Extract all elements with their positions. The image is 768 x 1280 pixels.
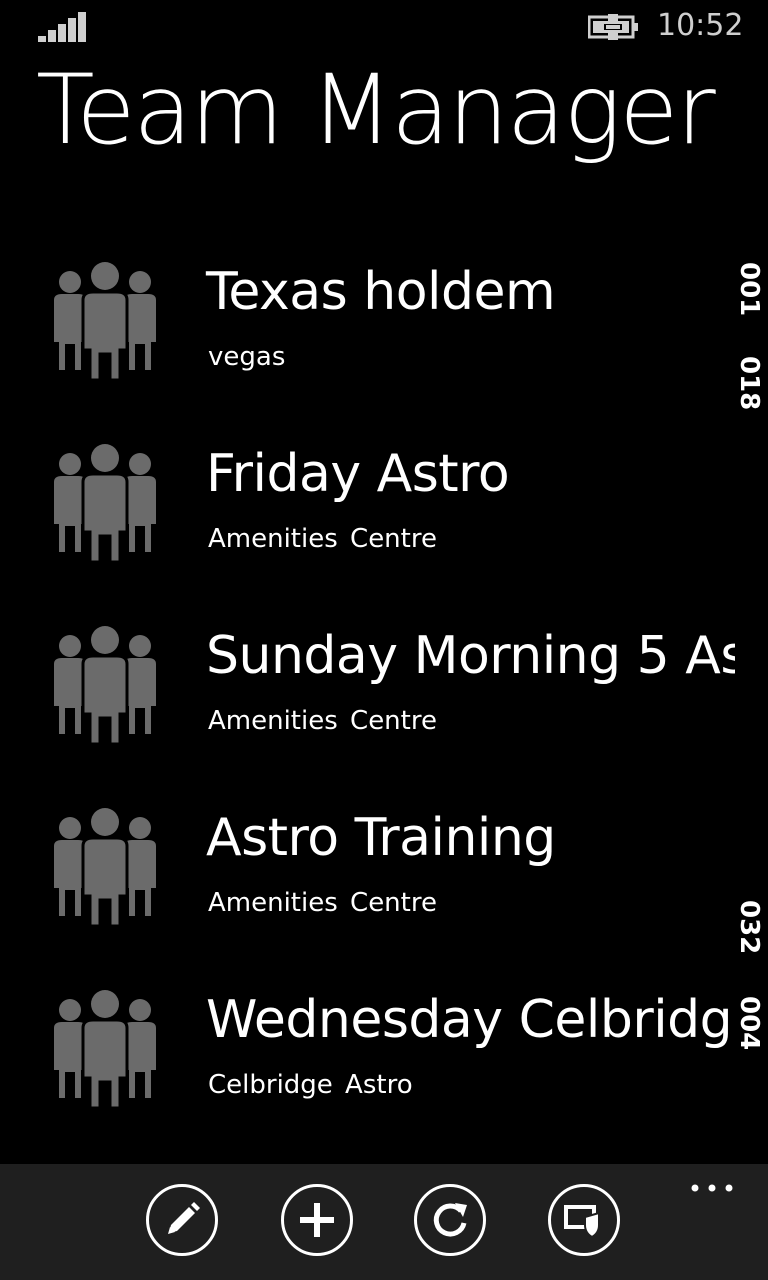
team-venue: vegas — [208, 342, 286, 372]
signal-strength-icon — [38, 12, 86, 42]
add-button[interactable] — [281, 1184, 353, 1256]
team-name: Texas holdem — [206, 262, 556, 322]
team-list-item[interactable]: Texas holdem vegas — [0, 240, 768, 410]
shield-icon — [564, 1205, 600, 1239]
team-name: Friday Astro — [206, 444, 510, 504]
team-venue: Amenities Centre — [208, 524, 437, 554]
team-list-item[interactable]: Sunday Morning 5 As Amenities Centre — [0, 604, 768, 774]
team-text-area: Wednesday Celbridge Celbridge Astro — [0, 968, 735, 1138]
team-list-item[interactable]: Astro Training Amenities Centre — [0, 786, 768, 956]
pencil-icon — [168, 1202, 200, 1234]
security-button[interactable] — [548, 1184, 620, 1256]
team-name: Wednesday Celbridge — [206, 990, 735, 1050]
team-text-area: Sunday Morning 5 As Amenities Centre — [0, 604, 735, 774]
side-code: 018 — [734, 356, 764, 411]
edit-button[interactable] — [146, 1184, 218, 1256]
clock: 10:52 — [657, 8, 744, 43]
team-name: Astro Training — [206, 808, 556, 868]
team-venue: Celbridge Astro — [208, 1070, 413, 1100]
team-text-area: Friday Astro Amenities Centre — [0, 422, 735, 592]
status-bar: 10:52 — [0, 0, 768, 56]
refresh-button[interactable] — [414, 1184, 486, 1256]
battery-charging-icon — [588, 14, 638, 40]
refresh-icon — [433, 1203, 467, 1237]
side-code: 032 — [734, 900, 764, 955]
side-code: 001 — [734, 262, 764, 317]
page-title: Team Manager — [36, 54, 716, 166]
team-venue: Amenities Centre — [208, 706, 437, 736]
team-name: Sunday Morning 5 As — [206, 626, 735, 686]
team-text-area: Astro Training Amenities Centre — [0, 786, 735, 956]
side-code: 004 — [734, 996, 764, 1051]
ellipsis-icon[interactable] — [690, 1180, 734, 1196]
team-venue: Amenities Centre — [208, 888, 437, 918]
team-list-item[interactable]: Wednesday Celbridge Celbridge Astro — [0, 968, 768, 1138]
team-text-area: Texas holdem vegas — [0, 240, 735, 410]
plus-icon — [300, 1203, 334, 1237]
app-bar — [0, 1164, 768, 1280]
team-list-item[interactable]: Friday Astro Amenities Centre — [0, 422, 768, 592]
